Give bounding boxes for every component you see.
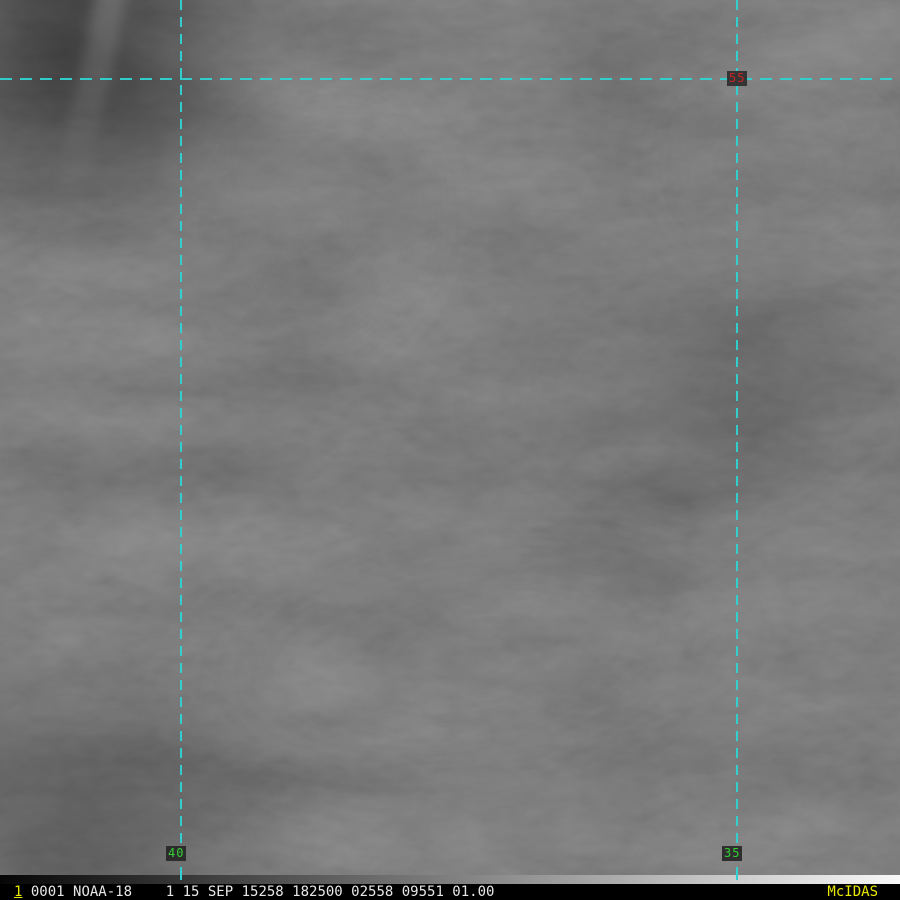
- image-info-text: 0001 NOAA-18 1 15 SEP 15258 182500 02558…: [22, 884, 495, 900]
- wedge-tick-40: [180, 871, 182, 880]
- mcidas-display-window: 55 40 35 1 0001 NOAA-18 1 15 SEP 15258 1…: [0, 0, 900, 900]
- latitude-label: 55: [727, 71, 748, 86]
- satellite-image-texture: [0, 0, 900, 875]
- grayscale-calibration-wedge: [0, 875, 900, 884]
- longitude-label-40: 40: [166, 846, 187, 861]
- mcidas-logo: McIDAS: [827, 884, 878, 900]
- status-bar: 1 0001 NOAA-18 1 15 SEP 15258 182500 025…: [0, 884, 900, 900]
- longitude-line-35: [736, 0, 738, 875]
- wedge-tick-35: [736, 871, 738, 880]
- latitude-line-55: [0, 78, 900, 80]
- satellite-image[interactable]: 55 40 35: [0, 0, 900, 875]
- longitude-line-40: [180, 0, 182, 875]
- noise-layer-fine: [0, 0, 900, 875]
- longitude-label-35: 35: [722, 846, 743, 861]
